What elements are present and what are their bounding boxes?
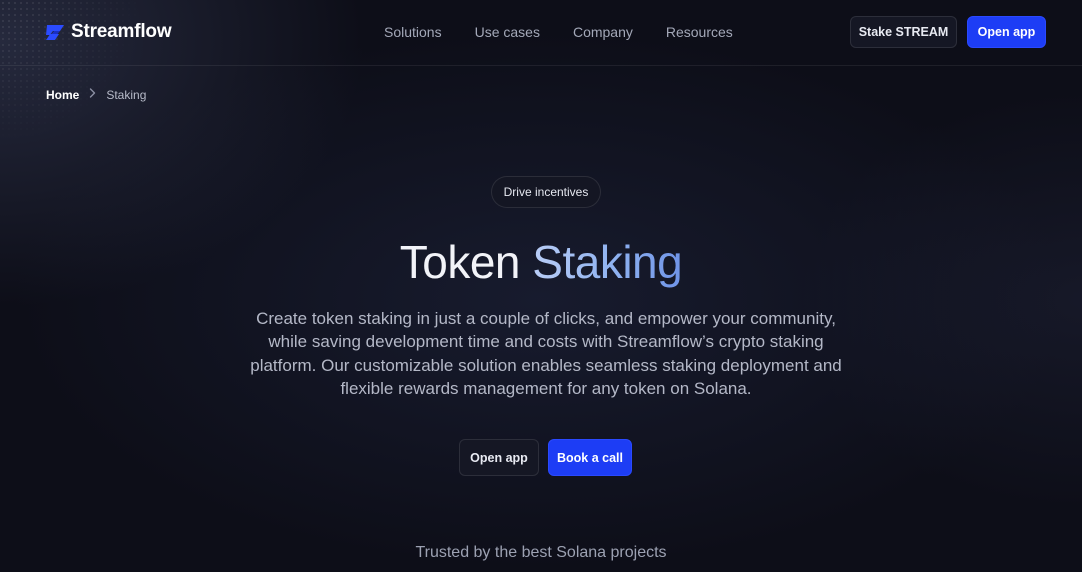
hero-title: Token Staking [0, 234, 1082, 290]
chevron-right-icon [89, 87, 96, 103]
nav-item-company[interactable]: Company [573, 23, 633, 41]
brand-name: Streamflow [71, 21, 172, 42]
open-app-header-button[interactable]: Open app [967, 16, 1046, 48]
nav-item-use-cases[interactable]: Use cases [475, 23, 540, 41]
breadcrumb: Home Staking [46, 87, 146, 103]
trusted-by-heading: Trusted by the best Solana projects [415, 544, 667, 561]
landing-page: Streamflow Solutions Use cases Company R… [0, 0, 1082, 572]
main-nav: Solutions Use cases Company Resources [384, 23, 733, 41]
book-a-call-button[interactable]: Book a call [548, 439, 632, 476]
hero-title-staking: Staking [532, 236, 683, 288]
top-navbar: Streamflow Solutions Use cases Company R… [0, 0, 1082, 66]
brand-logo[interactable]: Streamflow [45, 20, 172, 44]
breadcrumb-current: Staking [106, 88, 147, 102]
hero-title-token: Token [399, 236, 521, 288]
hero-description: Create token staking in just a couple of… [250, 309, 842, 398]
nav-item-resources[interactable]: Resources [666, 23, 733, 41]
nav-item-solutions[interactable]: Solutions [384, 23, 442, 41]
breadcrumb-home-link[interactable]: Home [46, 87, 79, 103]
hero-badge: Drive incentives [491, 176, 601, 208]
stake-stream-button[interactable]: Stake STREAM [850, 16, 957, 48]
streamflow-s-icon [46, 25, 64, 40]
open-app-hero-button[interactable]: Open app [459, 439, 539, 476]
